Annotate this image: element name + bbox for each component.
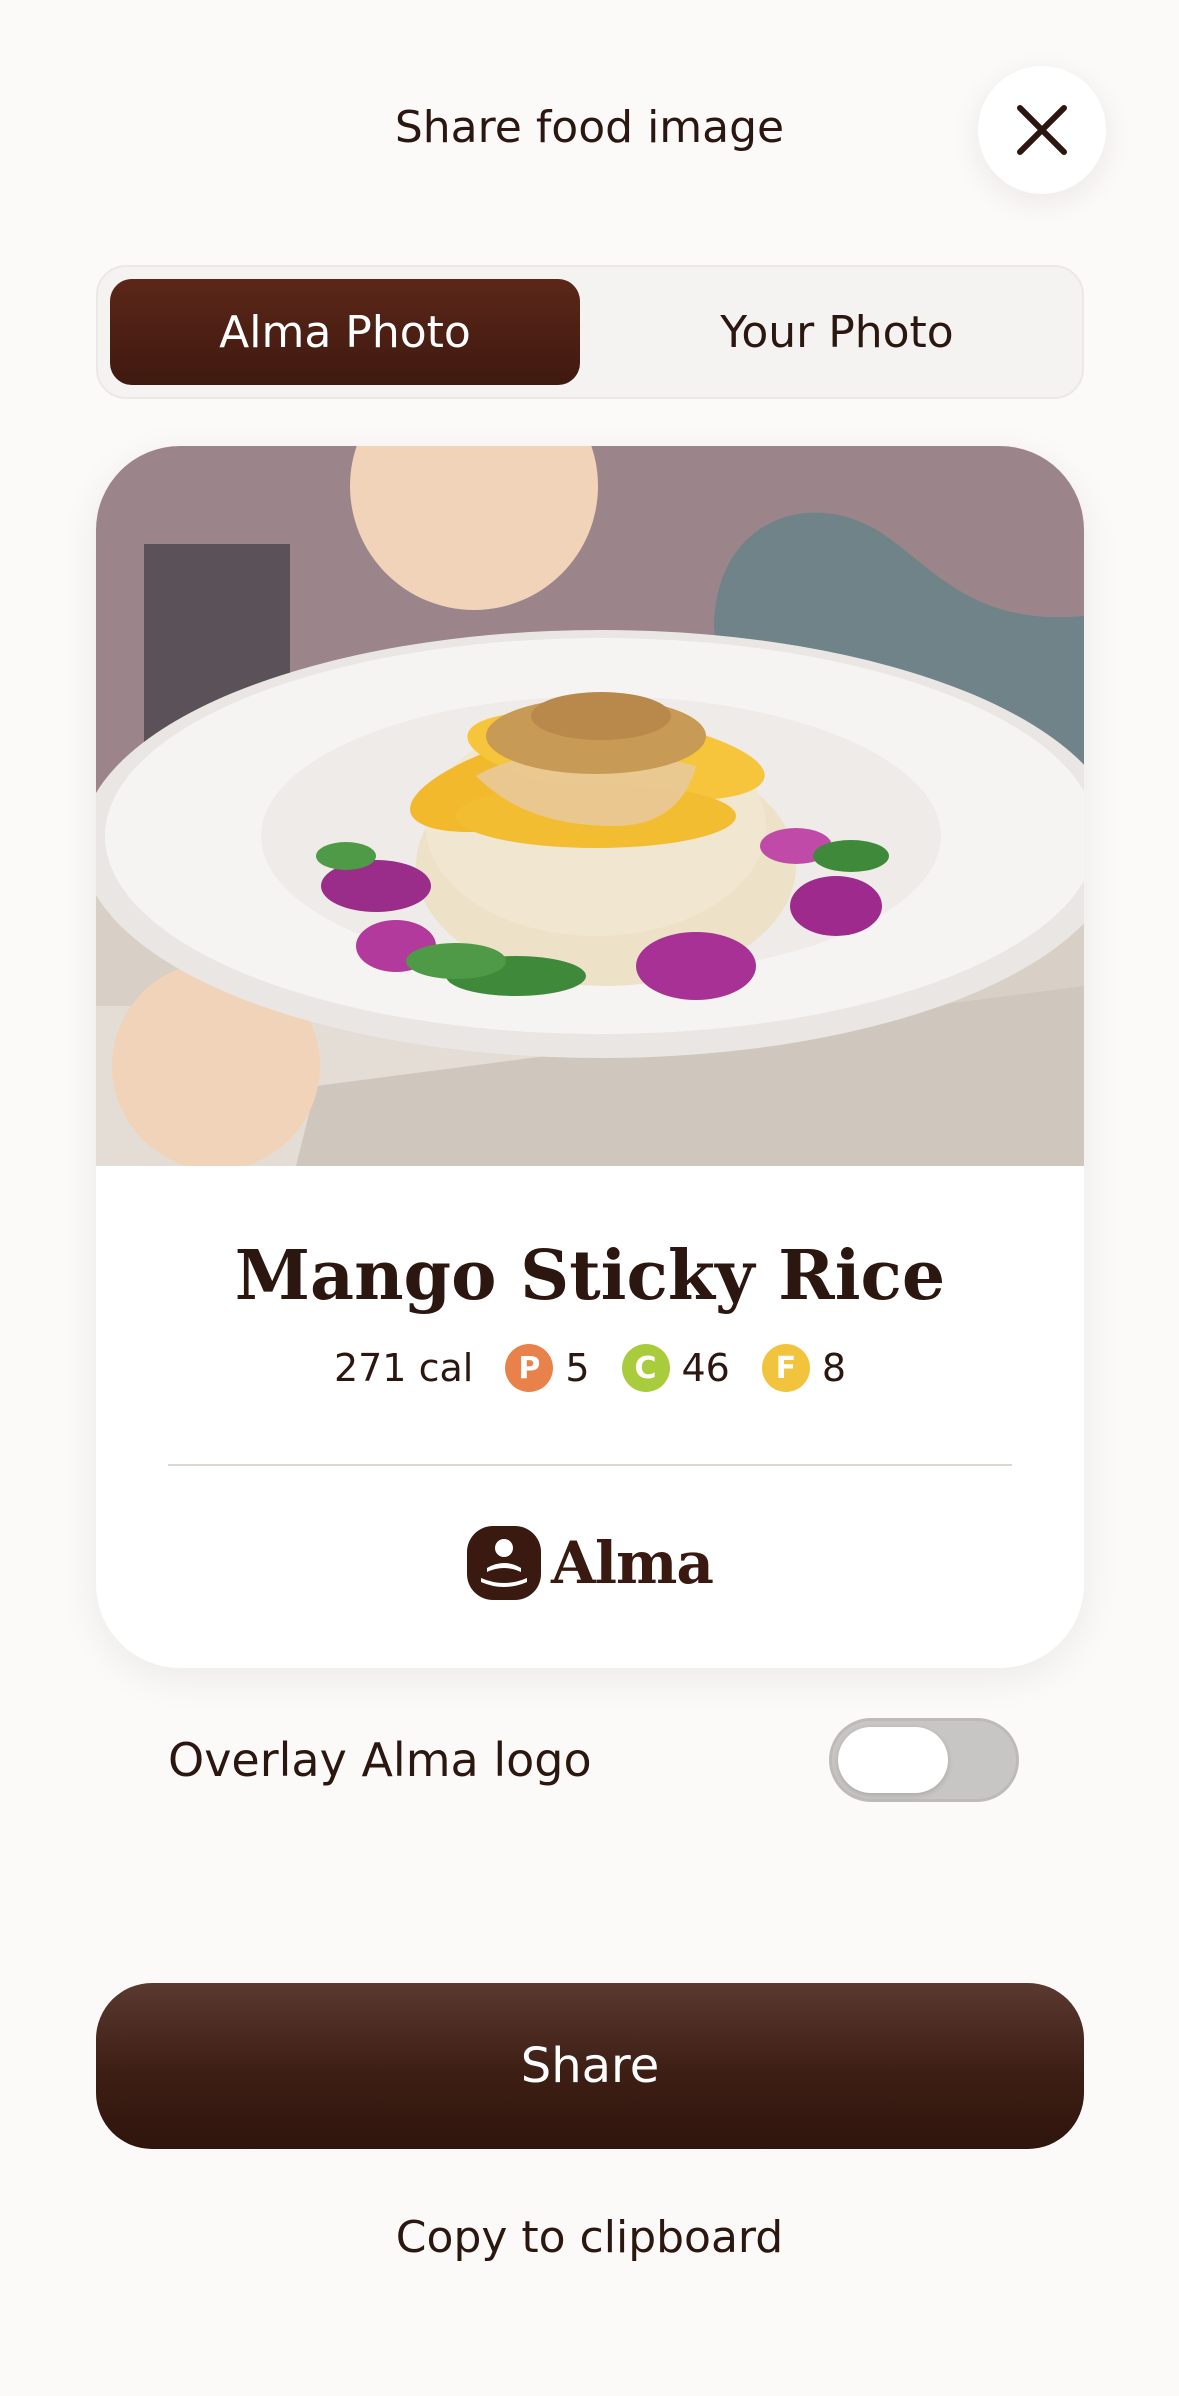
brand-name: Alma [551, 1529, 714, 1597]
carbs-macro: C 46 [621, 1344, 730, 1392]
tab-alma-photo[interactable]: Alma Photo [110, 279, 580, 385]
calories: 271 cal [334, 1346, 473, 1390]
brand-logo: Alma [96, 1526, 1084, 1600]
calories-value: 271 cal [333, 1346, 474, 1390]
food-photo [96, 446, 1084, 1166]
overlay-logo-label: Overlay Alma logo [168, 1733, 592, 1787]
carbs-badge: C [621, 1344, 670, 1392]
overlay-logo-setting: Overlay Alma logo [168, 1718, 1019, 1802]
alma-logo-icon [467, 1526, 541, 1600]
close-button[interactable] [978, 66, 1106, 194]
food-name: Mango Sticky Rice [234, 1236, 946, 1316]
divider [168, 1464, 1012, 1466]
carbs-value: 46 [681, 1346, 730, 1390]
close-icon [1017, 105, 1067, 155]
fat-badge: F [761, 1344, 810, 1392]
protein-value: 5 [565, 1346, 590, 1390]
toggle-knob [838, 1727, 948, 1793]
nutrition-summary: 271 cal P 5 C 46 F 8 [96, 1344, 1084, 1392]
protein-macro: P 5 [505, 1344, 590, 1392]
photo-source-segmented-control: Alma Photo Your Photo [96, 265, 1084, 399]
fat-macro: F 8 [761, 1344, 847, 1392]
fat-value: 8 [821, 1346, 847, 1390]
share-button[interactable]: Share [96, 1983, 1084, 2149]
tab-your-photo[interactable]: Your Photo [602, 279, 1072, 385]
share-card-preview: Mango Sticky Rice 271 cal P 5 C 46 F 8 A… [96, 446, 1084, 1668]
overlay-logo-toggle[interactable] [829, 1718, 1019, 1802]
protein-badge: P [505, 1344, 554, 1392]
copy-to-clipboard-button[interactable]: Copy to clipboard [0, 2212, 1179, 2263]
